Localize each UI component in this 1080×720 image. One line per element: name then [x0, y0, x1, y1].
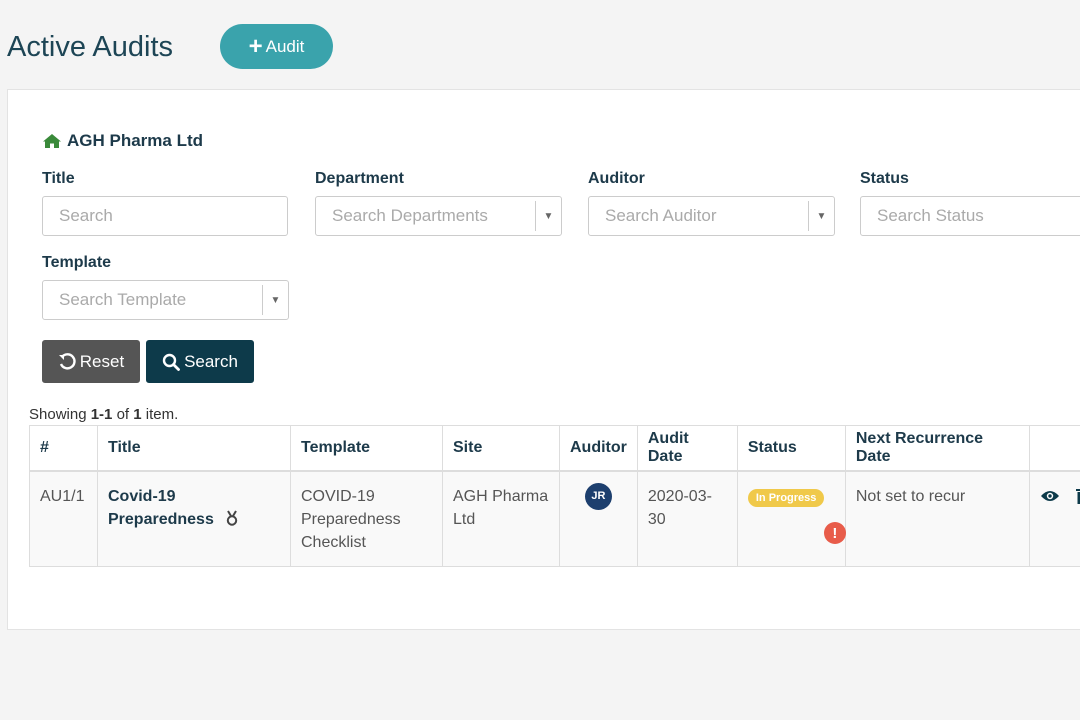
cell-site: AGH Pharma Ltd [442, 470, 560, 567]
title-filter-field[interactable] [42, 196, 288, 236]
audit-title-link[interactable]: Covid-19 Preparedness [108, 488, 214, 528]
eye-icon[interactable] [1040, 489, 1060, 503]
column-header-audit-date[interactable]: Audit Date [636, 425, 738, 472]
cell-id: AU1/1 [29, 470, 98, 567]
exclamation-icon[interactable]: ! [823, 522, 846, 544]
auditor-search-input[interactable] [589, 197, 809, 235]
add-audit-label: Audit [265, 36, 305, 56]
column-header-auditor[interactable]: Auditor [559, 425, 638, 472]
summary-prefix: Showing [29, 406, 91, 423]
search-button[interactable]: Search [146, 340, 254, 383]
cell-audit-date: 2020-03-30 [636, 470, 738, 567]
organization-name: AGH Pharma Ltd [67, 131, 204, 150]
cell-title[interactable]: Covid-19 Preparedness [97, 470, 291, 567]
organization-heading: AGH Pharma Ltd [42, 131, 203, 151]
audit-filter-panel: AGH Pharma Ltd Title Department ▼ Audito… [7, 89, 1080, 630]
home-icon [43, 134, 61, 148]
summary-range: 1-1 [90, 406, 113, 423]
department-select[interactable]: ▼ [315, 196, 562, 236]
reset-button[interactable]: Reset [42, 340, 140, 383]
auditor-filter-label: Auditor [588, 170, 645, 187]
summary-of: of [112, 406, 134, 423]
audits-table: # Title Template Site Auditor Audit Date… [29, 425, 1080, 567]
status-search-input[interactable] [861, 197, 1080, 235]
department-search-input[interactable] [316, 197, 536, 235]
column-header-actions [1028, 425, 1080, 472]
column-header-template[interactable]: Template [290, 425, 443, 472]
status-select[interactable] [860, 196, 1080, 236]
auditor-select[interactable]: ▼ [588, 196, 835, 236]
add-audit-button[interactable]: + Audit [220, 24, 333, 69]
column-header-status[interactable]: Status [736, 425, 846, 472]
template-search-input[interactable] [43, 281, 263, 319]
search-icon [162, 353, 180, 371]
search-label: Search [184, 351, 238, 371]
reset-label: Reset [79, 351, 125, 371]
trash-icon[interactable] [1075, 487, 1080, 504]
undo-icon [58, 352, 76, 370]
column-header-title[interactable]: Title [97, 425, 291, 472]
status-badge: In Progress [747, 489, 825, 507]
cell-actions [1028, 470, 1080, 567]
department-filter-label: Department [315, 170, 404, 187]
title-search-input[interactable] [43, 197, 287, 235]
title-filter-label: Title [42, 170, 75, 187]
template-select[interactable]: ▼ [42, 280, 289, 320]
column-header-next-recurrence[interactable]: Next Recurrence Date [844, 425, 1030, 472]
page-title: Active Audits [7, 31, 174, 63]
cell-auditor: JR [559, 470, 638, 567]
summary-total: 1 [133, 406, 142, 423]
chevron-down-icon[interactable]: ▼ [808, 201, 834, 231]
status-filter-label: Status [860, 170, 909, 187]
results-summary: Showing 1-1 of 1 item. [29, 406, 178, 423]
plus-icon: + [248, 32, 263, 60]
cell-next-recurrence: Not set to recur [844, 470, 1030, 567]
auditor-avatar[interactable]: JR [584, 483, 612, 510]
table-header-row: # Title Template Site Auditor Audit Date… [29, 425, 1080, 472]
template-filter-label: Template [42, 254, 112, 271]
medal-icon [227, 510, 238, 526]
cell-status: In Progress ! [736, 470, 846, 567]
cell-template: COVID-19 Preparedness Checklist [290, 470, 443, 567]
column-header-site[interactable]: Site [442, 425, 560, 472]
summary-suffix: item. [141, 406, 179, 423]
column-header-number[interactable]: # [29, 425, 98, 472]
table-row: AU1/1 Covid-19 Preparedness COVID-19 Pre… [29, 470, 1080, 567]
chevron-down-icon[interactable]: ▼ [262, 285, 288, 315]
chevron-down-icon[interactable]: ▼ [535, 201, 561, 231]
